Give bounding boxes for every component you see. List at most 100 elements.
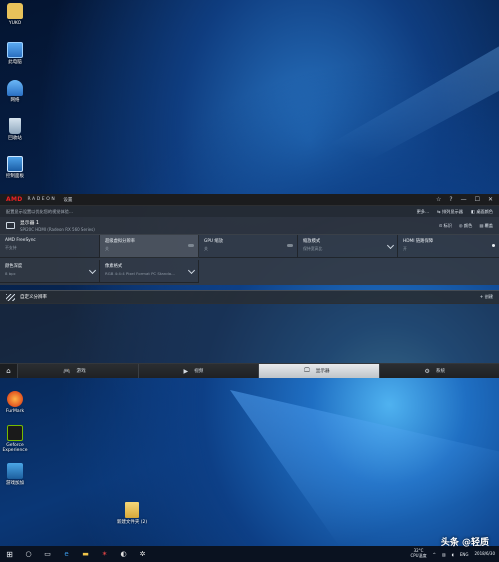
setting-color-depth[interactable]: 颜色深度 8 bpc [0, 260, 100, 283]
wallpaper-light-beam [250, 40, 499, 190]
display-settings-grid: AMD FreeSync 不支持 超级虚拟分辨率 关 GPU 缩放 关 缩放模式… [0, 235, 499, 285]
search-icon[interactable]: ○ [19, 546, 38, 562]
tab-label: 游戏 [76, 369, 86, 374]
toggle-switch[interactable] [492, 244, 495, 247]
custom-resolution-label: 自定义分辨率 [20, 295, 47, 300]
desktop-icon-user-folder[interactable]: YUKO [0, 3, 30, 26]
network-tray-icon[interactable]: ▥ [442, 552, 446, 557]
geforce-experience-icon [7, 425, 23, 441]
desktop-icon-new-folder[interactable]: 新建文件夹 (2) [115, 502, 149, 525]
setting-label: 像素格式 [105, 264, 123, 269]
system-tray: 32°C CPU温度 ^ ▥ ◖ ENG 2018/6/30 [410, 549, 499, 558]
tab-display[interactable]: 🖵 显示器 [259, 364, 380, 378]
desktop-icon-game-booster[interactable]: 游戏加加 [0, 463, 30, 486]
minimize-button[interactable]: — [461, 196, 467, 203]
window-title: 设置 [63, 197, 73, 203]
display-header: 显示器 1 SPI20C HDMI (Radeon RX 560 Series)… [0, 217, 499, 235]
monitor-icon: 🖵 [304, 367, 310, 374]
setting-label: GPU 缩放 [204, 239, 224, 244]
clock-date: 2018/6/30 [474, 550, 495, 556]
create-button[interactable]: + 创建 [480, 294, 493, 300]
clock[interactable]: 2018/6/30 [474, 550, 495, 557]
setting-value: 不支持 [5, 245, 17, 250]
chevron-down-icon [187, 266, 196, 275]
user-folder-icon [7, 3, 23, 19]
gamepad-icon: 🎮 [63, 367, 71, 375]
volume-icon[interactable]: ◖ [452, 552, 454, 557]
setting-label: 超级虚拟分辨率 [105, 239, 136, 244]
amd-logo: AMD [6, 196, 23, 203]
setting-scaling-mode[interactable]: 缩放模式 保持宽高比 [298, 235, 398, 258]
watermark-text: 头条 @轻质 [440, 538, 489, 548]
content-spacer [0, 304, 499, 363]
start-button[interactable]: ⊞ [0, 546, 19, 562]
setting-label: 颜色深度 [5, 264, 23, 269]
setting-label: 缩放模式 [303, 239, 321, 244]
overrides-button[interactable]: ▤ 覆盖 [479, 223, 493, 229]
toggle-switch[interactable] [287, 244, 293, 247]
desktop-icon-geforce-experience[interactable]: Geforce Experience [0, 425, 30, 454]
toggle-switch[interactable] [188, 244, 194, 247]
desktop-icon-label: 此电脑 [8, 60, 22, 65]
app-icon[interactable]: ◐ [114, 546, 133, 562]
page-hint: 配置显示设置以优化您的视觉体验… [6, 208, 74, 214]
cpu-temperature[interactable]: 32°C CPU温度 [410, 549, 426, 558]
setting-value: RGB 4:4:4 Pixel Format PC Standa... [105, 271, 175, 276]
play-icon: ▶ [183, 367, 189, 375]
setting-value: 关 [204, 246, 208, 251]
settings-gear-icon[interactable]: ✲ [133, 546, 152, 562]
color-button[interactable]: ◎ 颜色 [459, 223, 472, 229]
tab-label: 视频 [194, 369, 204, 374]
display-name: 显示器 1 [20, 221, 39, 226]
setting-freesync[interactable]: AMD FreeSync 不支持 [0, 235, 100, 258]
help-icon[interactable]: ? [449, 196, 452, 203]
home-icon[interactable]: ⌂ [0, 364, 18, 378]
tab-video[interactable]: ▶ 视频 [138, 364, 259, 378]
window-titlebar[interactable]: AMD RADEON 设置 ☆ ? — ☐ ✕ [0, 194, 499, 206]
setting-virtual-super-resolution[interactable]: 超级虚拟分辨率 关 [100, 235, 199, 258]
setting-value: 开 [403, 246, 407, 251]
close-button[interactable]: ✕ [488, 196, 493, 203]
gear-icon: ⚙ [424, 367, 430, 375]
maximize-button[interactable]: ☐ [475, 196, 480, 203]
desktop-color-button[interactable]: ◧ 桌面颜色 [471, 209, 493, 215]
desktop-icon-label: 回收站 [8, 136, 22, 141]
setting-hdmi-link-assurance[interactable]: HDMI 链路保障 开 [398, 235, 499, 258]
file-explorer-icon[interactable]: ▬ [76, 546, 95, 562]
recycle-bin-icon [9, 118, 21, 134]
desktop-icon-label: Geforce Experience [2, 443, 28, 454]
tab-system[interactable]: ⚙ 系统 [379, 364, 499, 378]
setting-pixel-format[interactable]: 像素格式 RGB 4:4:4 Pixel Format PC Standa... [100, 260, 199, 283]
desktop-icon-furmark[interactable]: FurMark [0, 391, 30, 414]
amd-brand: AMD [6, 196, 23, 203]
tab-gaming[interactable]: 🎮 游戏 [18, 364, 139, 378]
custom-resolution-row[interactable]: 自定义分辨率 + 创建 [0, 290, 499, 304]
radeon-app-icon[interactable]: ✶ [95, 546, 114, 562]
setting-value: 8 bpc [5, 271, 16, 276]
radeon-wordmark: RADEON [27, 197, 57, 202]
radeon-settings-window: AMD RADEON 设置 ☆ ? — ☐ ✕ 配置显示设置以优化您的视觉体验…… [0, 194, 499, 388]
tab-label: 系统 [435, 369, 446, 374]
more-button[interactable]: 更多… [417, 209, 430, 215]
arrange-displays-button[interactable]: ⇆ 排列显示器 [437, 209, 463, 215]
setting-gpu-scaling[interactable]: GPU 缩放 关 [199, 235, 298, 258]
setting-label: HDMI 链路保障 [403, 239, 434, 244]
edge-browser-icon[interactable]: e [57, 546, 76, 562]
desktop-icon-this-pc[interactable]: 此电脑 [0, 42, 30, 65]
network-icon [7, 80, 23, 96]
settings-toolbar: 配置显示设置以优化您的视觉体验… 更多… ⇆ 排列显示器 ◧ 桌面颜色 [0, 206, 499, 217]
input-language-indicator[interactable]: ENG [460, 552, 469, 557]
cpu-temperature-label: CPU温度 [410, 553, 427, 558]
identify-button[interactable]: ⊙ 标识 [439, 223, 452, 229]
desktop-icon-network[interactable]: 网络 [0, 80, 30, 103]
desktop-icon-label: FurMark [5, 409, 25, 414]
favorite-star-icon[interactable]: ☆ [436, 196, 441, 203]
desktop-icon-recycle-bin[interactable]: 回收站 [0, 118, 30, 141]
task-view-icon[interactable]: ▭ [38, 546, 57, 562]
overrides-label: 覆盖 [484, 222, 493, 228]
desktop-icon-control-panel[interactable]: 控制面板 [0, 156, 30, 179]
tab-label: 显示器 [315, 369, 330, 374]
desktop-icon-label: 游戏加加 [6, 481, 24, 486]
setting-value: 关 [105, 246, 109, 251]
chevron-up-icon[interactable]: ^ [433, 552, 436, 557]
